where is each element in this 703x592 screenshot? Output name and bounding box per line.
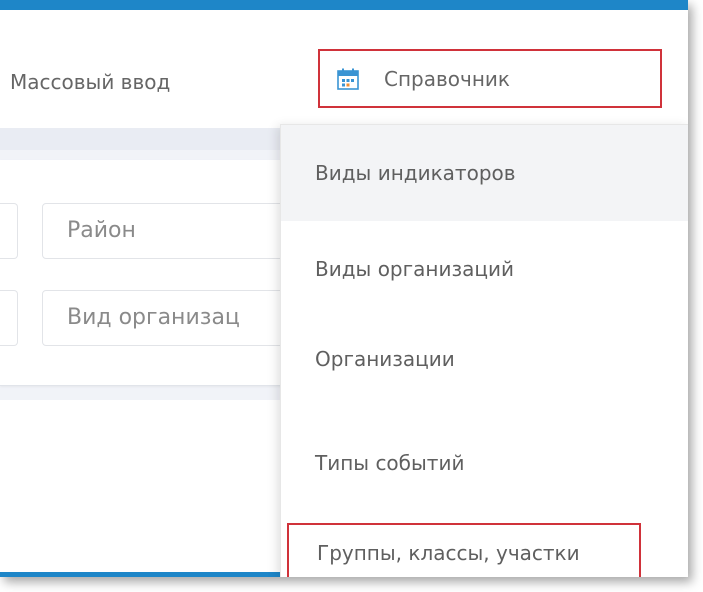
menu-item-indicator-types[interactable]: Виды индикаторов (281, 125, 688, 221)
nav-item-reference[interactable]: Справочник (318, 49, 662, 108)
menu-item-event-types[interactable]: Типы событий (281, 415, 688, 511)
reference-dropdown-menu: Виды индикаторов Виды организаций Органи… (280, 124, 688, 577)
left-input-edge[interactable] (0, 203, 18, 259)
menu-item-organization-types[interactable]: Виды организаций (281, 221, 688, 317)
top-accent-bar (0, 0, 688, 10)
menu-item-organizations[interactable]: Организации (281, 311, 688, 407)
calendar-icon (337, 68, 359, 90)
nav-item-reference-label: Справочник (384, 66, 510, 91)
left-input-edge[interactable] (0, 290, 18, 346)
menu-item-groups-classes-sites[interactable]: Группы, классы, участки (287, 523, 641, 577)
app-frame: Массовый ввод Справочник Район Вид орган… (0, 0, 688, 577)
top-navigation: Массовый ввод Справочник (0, 10, 688, 128)
nav-item-mass-input[interactable]: Массовый ввод (10, 70, 170, 94)
